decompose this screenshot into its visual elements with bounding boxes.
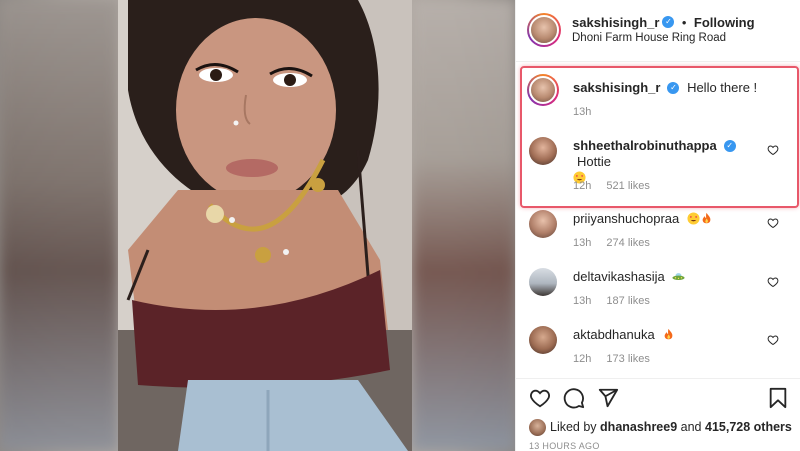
comment-time: 13h [573, 106, 592, 118]
comment-text: sakshisingh_r ✓ Hello there ! [573, 80, 771, 96]
comment-username[interactable]: aktabdhanuka [573, 327, 655, 342]
like-comment-heart-icon[interactable] [767, 276, 779, 288]
comment-time: 12h [573, 353, 592, 365]
fire-emoji-icon [664, 328, 673, 340]
bookmark-icon[interactable] [767, 387, 789, 409]
list-item: deltavikashasija 13h 187 likes [516, 264, 800, 320]
liker-username[interactable]: dhanashree9 [600, 420, 677, 434]
post-photo-illustration [118, 0, 412, 451]
comment-time: 13h [573, 295, 592, 307]
like-comment-heart-icon[interactable] [767, 217, 779, 229]
author-username[interactable]: sakshisingh_r [572, 15, 659, 30]
heart-eyes-emoji-icon [687, 212, 700, 225]
comment-meta: 12h 173 likes [573, 353, 662, 365]
comment-likes[interactable]: 187 likes [606, 295, 649, 307]
comment-username[interactable]: shheethalrobinuthappa [573, 138, 717, 153]
comment-username[interactable]: sakshisingh_r [573, 80, 660, 95]
comment-body: Hottie [577, 154, 611, 169]
likes-others[interactable]: 415,728 others [705, 420, 792, 434]
author-line: sakshisingh_r ✓ • Following [572, 14, 755, 32]
list-item: sakshisingh_r ✓ Hello there ! 13h [516, 62, 800, 120]
author-avatar[interactable] [527, 13, 561, 47]
comment-meta: 12h 521 likes [573, 180, 662, 192]
comment-body: Hello there ! [687, 80, 758, 95]
ufo-emoji-icon [672, 273, 685, 281]
comment-meta: 13h [573, 106, 603, 118]
comment-time: 13h [573, 237, 592, 249]
fire-emoji-icon [702, 212, 711, 224]
post-actions: Liked by dhanashree9 and 415,728 others … [516, 378, 800, 451]
following-button[interactable]: Following [694, 15, 755, 30]
comment-icon[interactable] [563, 387, 585, 409]
media-blur-right [412, 0, 515, 451]
comment-text: deltavikashasija [573, 269, 771, 285]
liker-avatar[interactable] [529, 419, 546, 436]
commenter-avatar[interactable] [529, 210, 557, 238]
follow-separator: • [681, 15, 687, 30]
comment-username[interactable]: deltavikashasija [573, 269, 665, 284]
comment-meta: 13h 187 likes [573, 295, 662, 307]
list-item: aktabdhanuka 12h 173 likes [516, 322, 800, 378]
post-photo [118, 0, 412, 451]
likes-prefix: Liked by [550, 419, 597, 434]
post-header: sakshisingh_r ✓ • Following Dhoni Farm Ho… [516, 0, 800, 62]
likes-joiner: and [680, 419, 702, 434]
comment-likes[interactable]: 173 likes [606, 353, 649, 365]
comment-likes[interactable]: 521 likes [606, 180, 649, 192]
comment-text: priiyanshuchopraa [573, 211, 771, 227]
post-timestamp[interactable]: 13 HOURS AGO [529, 441, 600, 451]
verified-badge-icon: ✓ [662, 15, 675, 28]
comment-text: aktabdhanuka [573, 327, 771, 343]
commenter-avatar[interactable] [529, 326, 557, 354]
media-blur-left [0, 0, 118, 451]
commenter-avatar[interactable] [529, 268, 557, 296]
comments-panel: sakshisingh_r ✓ • Following Dhoni Farm Ho… [515, 0, 800, 451]
like-comment-heart-icon[interactable] [767, 144, 779, 156]
comment-time: 12h [573, 180, 592, 192]
verified-badge-icon: ✓ [723, 139, 736, 152]
comment-text: shheethalrobinuthappa ✓ Hottie [573, 138, 771, 186]
heart-icon[interactable] [529, 387, 551, 409]
verified-badge-icon: ✓ [667, 81, 680, 94]
commenter-avatar[interactable] [529, 137, 557, 165]
like-comment-heart-icon[interactable] [767, 334, 779, 346]
list-item: shheethalrobinuthappa ✓ Hottie 12h 521 li… [516, 128, 800, 198]
likes-summary: Liked by dhanashree9 and 415,728 others [529, 419, 792, 436]
comment-meta: 13h 274 likes [573, 237, 662, 249]
commenter-avatar[interactable] [527, 74, 559, 106]
comment-likes[interactable]: 274 likes [606, 237, 649, 249]
post-media[interactable] [0, 0, 515, 451]
list-item: priiyanshuchopraa 13h 274 likes [516, 206, 800, 262]
post-location[interactable]: Dhoni Farm House Ring Road [572, 32, 726, 44]
comment-username[interactable]: priiyanshuchopraa [573, 211, 679, 226]
share-icon[interactable] [597, 387, 619, 409]
